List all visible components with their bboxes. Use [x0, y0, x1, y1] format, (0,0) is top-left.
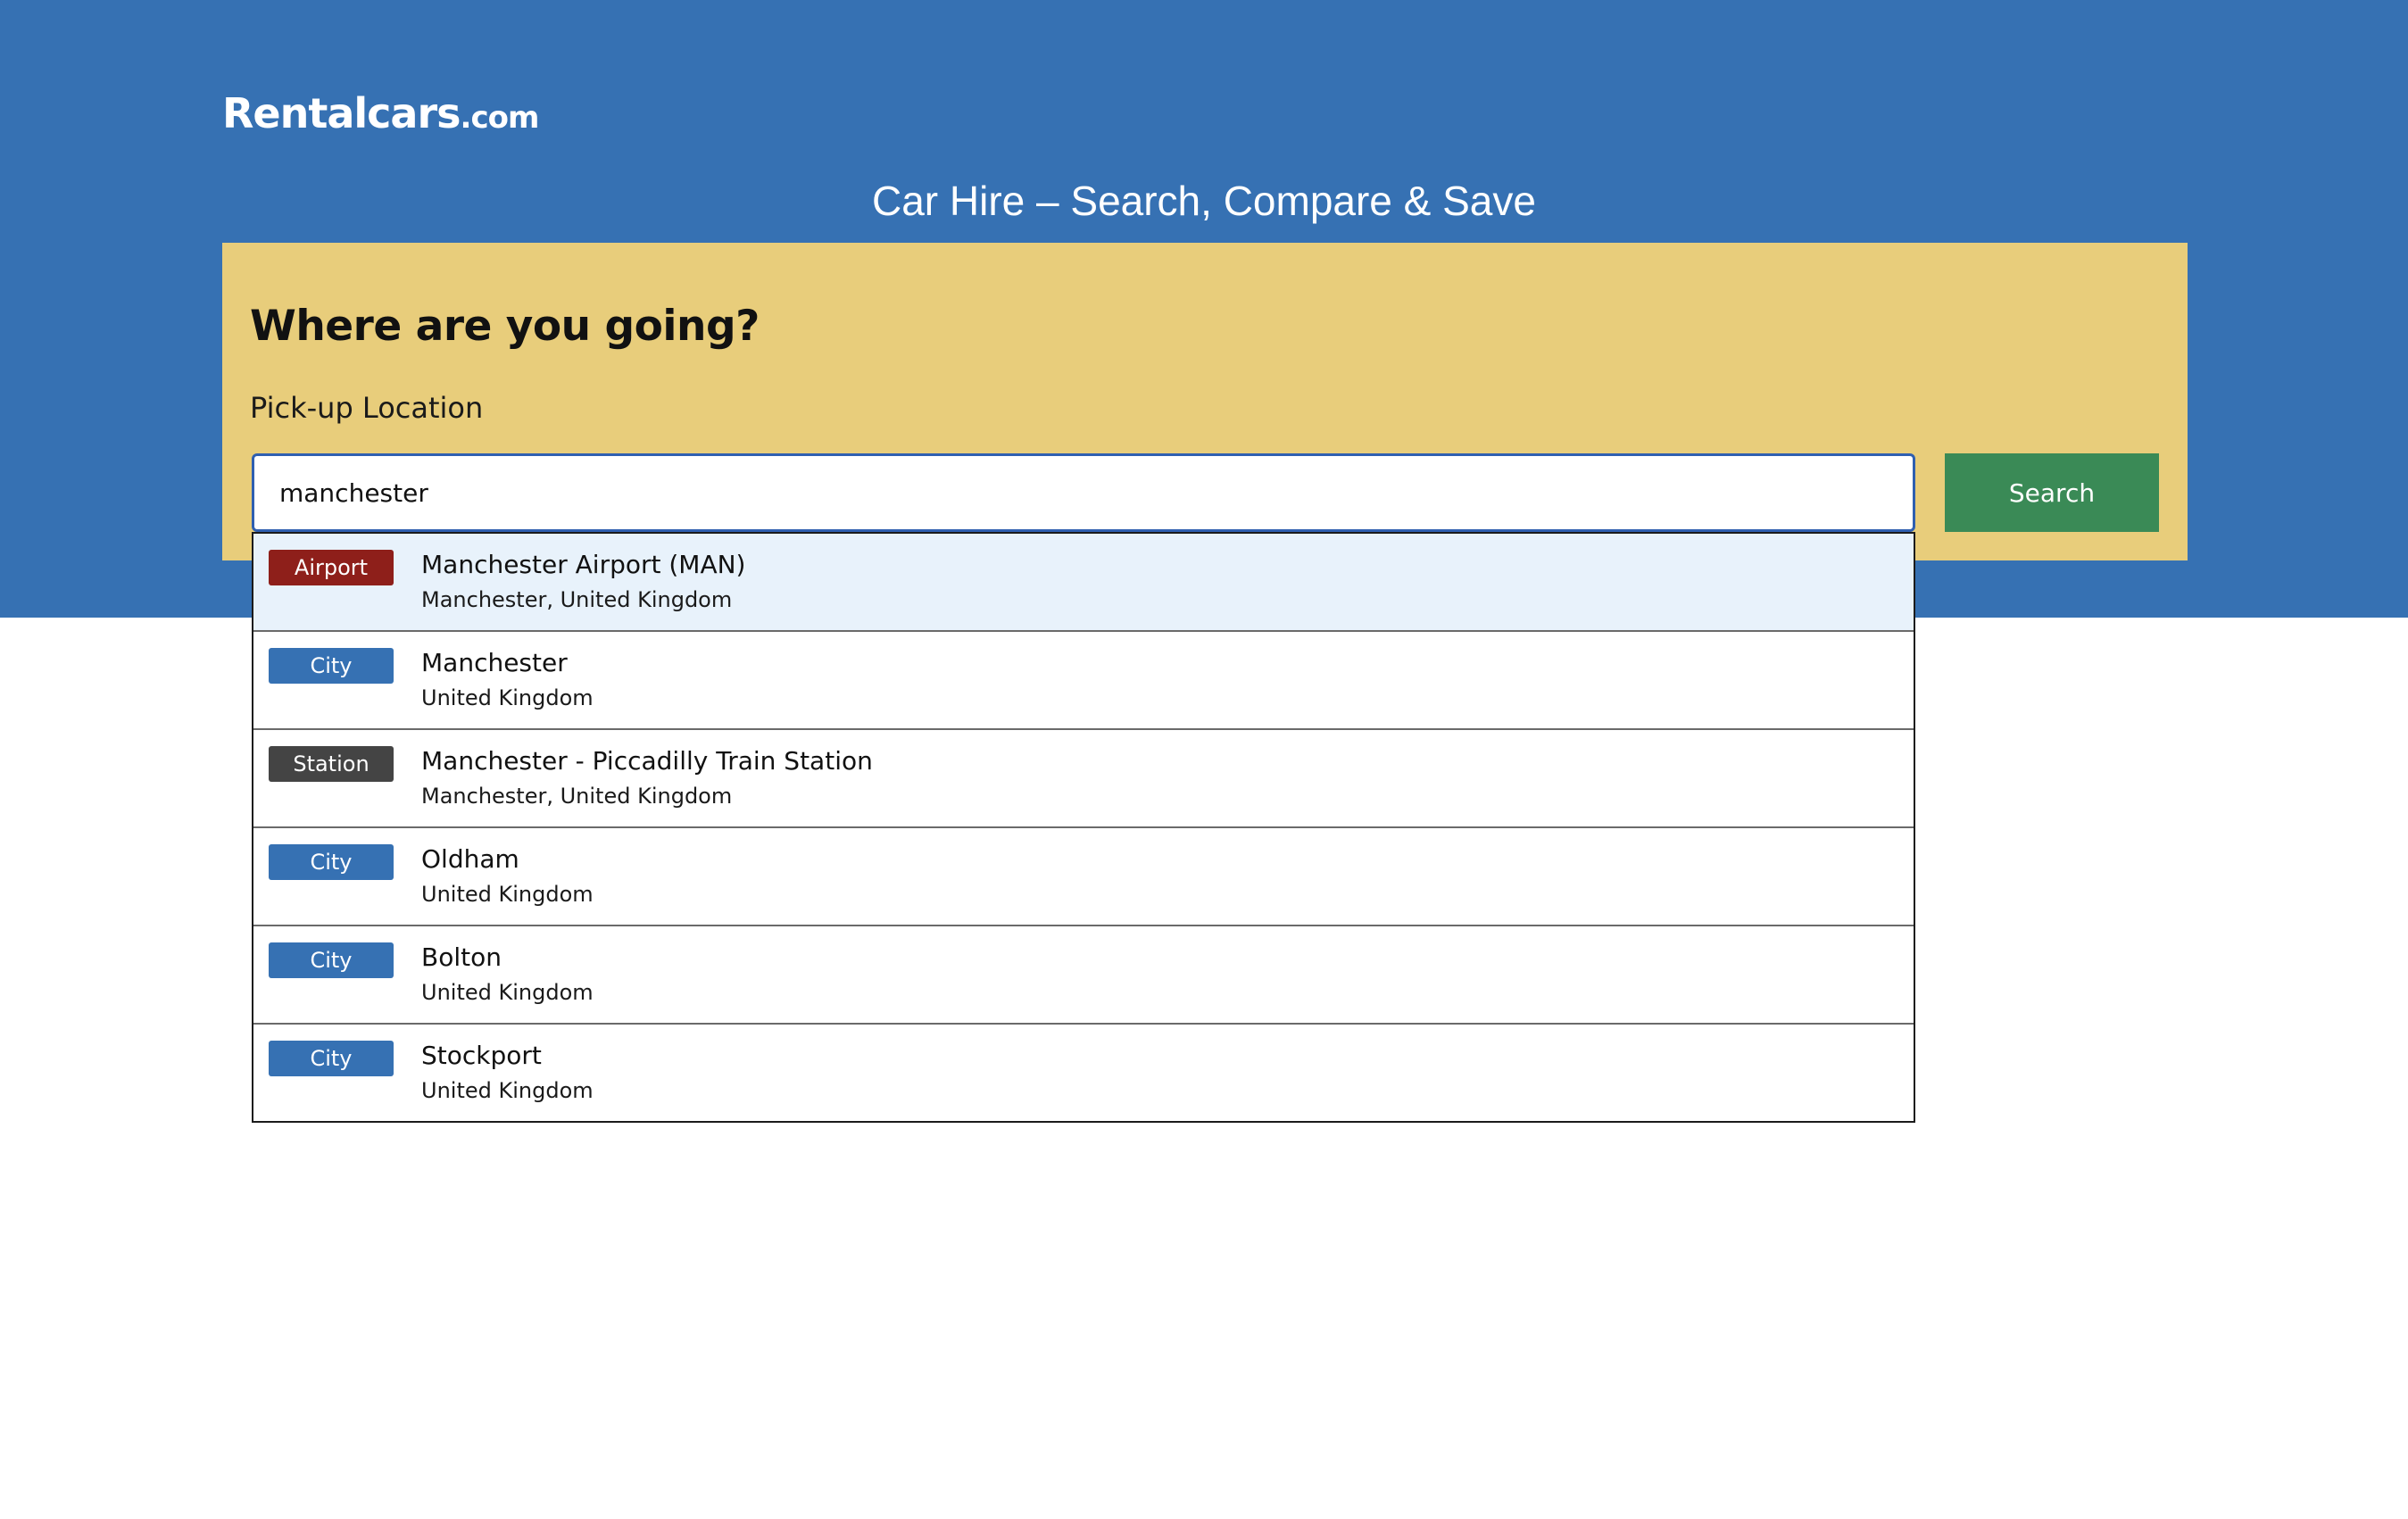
city-badge: City: [269, 844, 394, 880]
suggestion-location: United Kingdom: [421, 685, 594, 710]
airport-badge: Airport: [269, 550, 394, 585]
page-title: Car Hire – Search, Compare & Save: [872, 178, 1536, 224]
rentalcars-logo[interactable]: Rentalcars .com: [222, 89, 540, 143]
suggestion-item[interactable]: Airport Manchester Airport (MAN) Manches…: [253, 534, 1914, 632]
suggestion-name: Oldham: [421, 844, 519, 874]
search-card: Where are you going? Pick-up Location Se…: [222, 243, 2188, 560]
suggestion-location: United Kingdom: [421, 882, 594, 907]
suggestion-item[interactable]: City Stockport United Kingdom: [253, 1025, 1914, 1121]
logo-wordmark: Rentalcars: [222, 89, 461, 137]
suggestion-location: Manchester, United Kingdom: [421, 587, 733, 612]
pickup-location-label: Pick-up Location: [250, 391, 484, 425]
location-suggestions-dropdown: Airport Manchester Airport (MAN) Manches…: [252, 532, 1915, 1123]
suggestion-name: Manchester Airport (MAN): [421, 550, 746, 579]
pickup-location-input[interactable]: [252, 453, 1915, 532]
logo-tld: .com: [460, 100, 540, 136]
city-badge: City: [269, 648, 394, 684]
suggestion-location: United Kingdom: [421, 980, 594, 1005]
suggestion-item[interactable]: Station Manchester - Piccadilly Train St…: [253, 730, 1914, 828]
suggestion-name: Stockport: [421, 1041, 542, 1070]
city-badge: City: [269, 942, 394, 978]
suggestion-location: Manchester, United Kingdom: [421, 784, 733, 809]
suggestion-item[interactable]: City Manchester United Kingdom: [253, 632, 1914, 730]
search-button[interactable]: Search: [1945, 453, 2159, 532]
suggestion-item[interactable]: City Oldham United Kingdom: [253, 828, 1914, 926]
suggestion-name: Manchester: [421, 648, 568, 677]
suggestion-location: United Kingdom: [421, 1078, 594, 1103]
suggestion-name: Manchester - Piccadilly Train Station: [421, 746, 873, 776]
hero-banner: Rentalcars .com Car Hire – Search, Compa…: [0, 0, 2408, 618]
suggestion-item[interactable]: City Bolton United Kingdom: [253, 926, 1914, 1025]
station-badge: Station: [269, 746, 394, 782]
city-badge: City: [269, 1041, 394, 1076]
search-heading: Where are you going?: [250, 302, 760, 351]
suggestion-name: Bolton: [421, 942, 502, 972]
